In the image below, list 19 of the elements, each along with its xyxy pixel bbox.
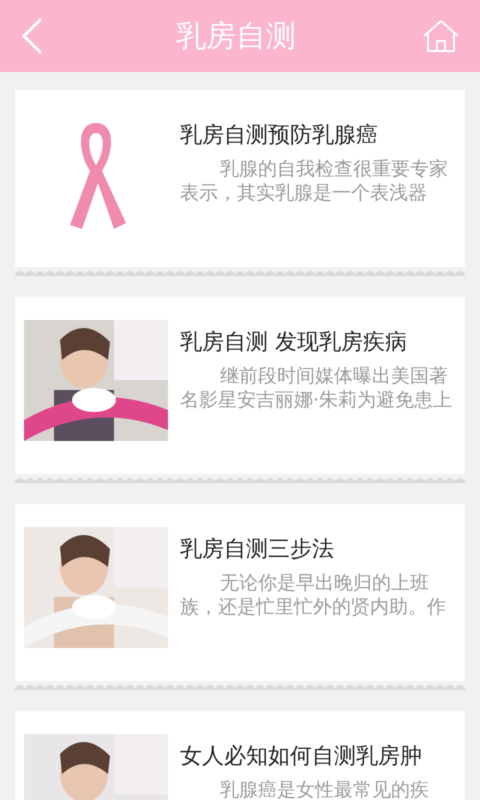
article-summary: 表示，其实乳腺是一个表浅器: [180, 181, 428, 205]
article-card[interactable]: 女人必知如何自测乳房肿 乳腺癌是女性最常见的疾: [15, 711, 465, 800]
article-summary: 继前段时间媒体曝出美国著: [219, 364, 449, 388]
article-card[interactable]: 乳房自测预防乳腺癌 乳腺的自我检查很重要专家 表示，其实乳腺是一个表浅器: [15, 90, 465, 267]
article-title: 乳房自测预防乳腺癌: [180, 122, 379, 150]
article-title: 女人必知如何自测乳房肿: [180, 743, 423, 771]
article-summary: 乳腺的自我检查很重要专家: [219, 157, 448, 181]
article-card[interactable]: 乳房自测三步法 无论你是早出晚归的上班 族，还是忙里忙外的贤内助。作: [15, 504, 465, 681]
article-title: 乳房自测 发现乳房疾病: [180, 329, 408, 357]
page-title: 乳房自测: [176, 18, 296, 56]
article-summary: 名影星安吉丽娜·朱莉为避免患上: [180, 388, 452, 412]
article-summary: 无论你是早出晚归的上班: [219, 571, 430, 595]
article-summary: 乳腺癌是女性最常见的疾: [219, 778, 429, 800]
back-icon: [20, 16, 44, 56]
article-card[interactable]: 乳房自测 发现乳房疾病 继前段时间媒体曝出美国著 名影星安吉丽娜·朱莉为避免患上: [15, 297, 465, 474]
article-summary: 族，还是忙里忙外的贤内助。作: [180, 595, 446, 619]
article-title: 乳房自测三步法: [180, 536, 335, 564]
home-button[interactable]: [422, 18, 460, 54]
home-icon: [422, 19, 460, 53]
